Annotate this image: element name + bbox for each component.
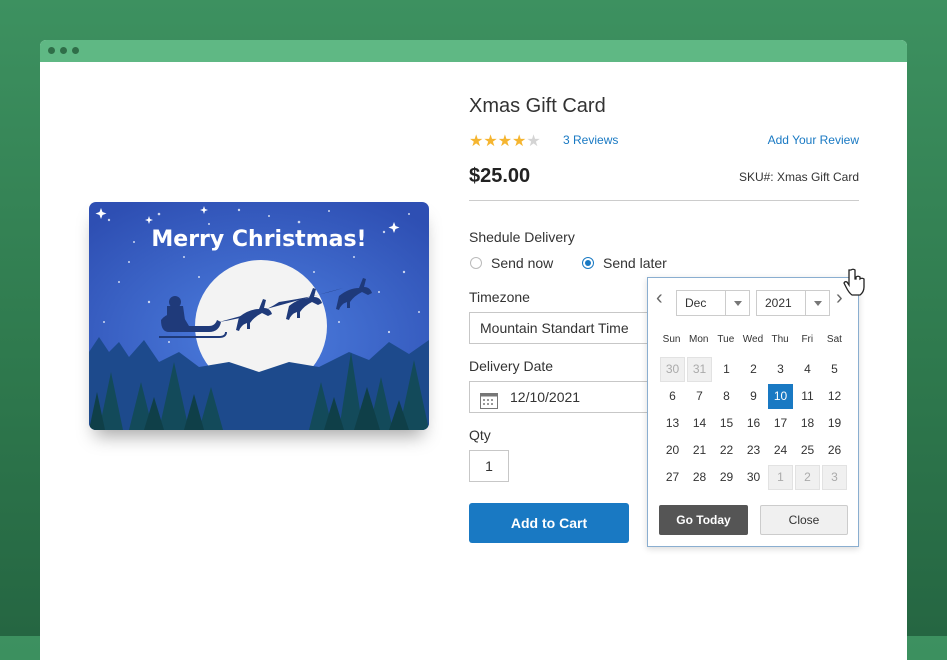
calendar-days: 30 31 1 2 3 4 5 6 7 8 9 10 11 12 13 14 15 16 17 18 19 20 21 22 2… bbox=[659, 356, 848, 491]
calendar-day[interactable]: 23 bbox=[741, 438, 766, 463]
delivery-date-label: Delivery Date bbox=[469, 358, 554, 374]
weekday-label: Sun bbox=[662, 334, 681, 345]
calendar-day[interactable]: 26 bbox=[822, 438, 847, 463]
calendar-day-selected[interactable]: 10 bbox=[768, 384, 793, 409]
calendar-day[interactable]: 25 bbox=[795, 438, 820, 463]
divider bbox=[469, 200, 859, 201]
month-select[interactable]: Dec bbox=[676, 290, 750, 316]
qty-label: Qty bbox=[469, 427, 491, 443]
schedule-delivery-label: Shedule Delivery bbox=[469, 229, 575, 245]
weekday-label: Sat bbox=[826, 334, 842, 345]
product-price: $25.00 bbox=[469, 165, 531, 187]
add-to-cart-button[interactable]: Add to Cart bbox=[469, 503, 629, 543]
send-now-label[interactable]: Send now bbox=[491, 255, 553, 271]
calendar-day[interactable]: 3 bbox=[768, 357, 793, 382]
calendar-day[interactable]: 5 bbox=[822, 357, 847, 382]
go-today-button[interactable]: Go Today bbox=[659, 505, 748, 535]
product-sku: SKU#: Xmas Gift Card bbox=[738, 170, 859, 184]
calendar-day[interactable]: 6 bbox=[660, 384, 685, 409]
calendar-day[interactable]: 11 bbox=[795, 384, 820, 409]
month-value: Dec bbox=[685, 296, 707, 310]
weekday-header: Sun Mon Tue Wed Thu Fri Sat bbox=[658, 334, 848, 345]
calendar-day[interactable]: 27 bbox=[660, 465, 685, 490]
timezone-value: Mountain Standart Time bbox=[480, 320, 629, 336]
calendar-day-outside[interactable]: 30 bbox=[660, 357, 685, 382]
timezone-select[interactable]: Mountain Standart Time bbox=[469, 312, 669, 344]
next-month-icon[interactable]: › bbox=[836, 288, 843, 308]
window-dot-icon bbox=[48, 47, 55, 54]
calendar-day[interactable]: 24 bbox=[768, 438, 793, 463]
star-icon: ★ bbox=[512, 133, 527, 150]
calendar-day[interactable]: 22 bbox=[714, 438, 739, 463]
delivery-date-value: 12/10/2021 bbox=[510, 389, 581, 405]
window-dot-icon bbox=[60, 47, 67, 54]
calendar-day[interactable]: 12 bbox=[822, 384, 847, 409]
rating-stars: ★★★★★ bbox=[469, 131, 541, 151]
star-icon: ★ bbox=[497, 133, 513, 150]
window-titlebar bbox=[40, 40, 907, 62]
gift-card-image: Merry Christmas! bbox=[89, 202, 429, 430]
weekday-label: Fri bbox=[801, 334, 814, 345]
close-button[interactable]: Close bbox=[760, 505, 848, 535]
weekday-label: Wed bbox=[742, 334, 764, 345]
reviews-link[interactable]: 3 Reviews bbox=[563, 133, 618, 147]
calendar-day[interactable]: 16 bbox=[741, 411, 766, 436]
calendar-day[interactable]: 17 bbox=[768, 411, 793, 436]
calendar-day[interactable]: 13 bbox=[660, 411, 685, 436]
add-review-link[interactable]: Add Your Review bbox=[768, 133, 859, 147]
product-title: Xmas Gift Card bbox=[469, 95, 606, 117]
chevron-down-icon bbox=[725, 291, 749, 315]
calendar-day[interactable]: 18 bbox=[795, 411, 820, 436]
prev-month-icon[interactable]: ‹ bbox=[656, 288, 663, 308]
browser-window: Merry Christmas! Xmas Gift Card ★★★★★ 3 … bbox=[40, 40, 907, 660]
send-later-label[interactable]: Send later bbox=[603, 255, 667, 271]
star-empty-icon: ★ bbox=[526, 133, 541, 150]
calendar-day-outside[interactable]: 3 bbox=[822, 465, 847, 490]
qty-input[interactable]: 1 bbox=[469, 450, 509, 482]
radio-send-later[interactable] bbox=[582, 257, 594, 269]
chevron-down-icon bbox=[805, 291, 829, 315]
year-value: 2021 bbox=[765, 296, 792, 310]
calendar-day[interactable]: 8 bbox=[714, 384, 739, 409]
hand-cursor-icon bbox=[843, 268, 867, 301]
card-greeting-text: Merry Christmas! bbox=[151, 227, 366, 252]
calendar-day[interactable]: 19 bbox=[822, 411, 847, 436]
calendar-day[interactable]: 21 bbox=[687, 438, 712, 463]
calendar-day[interactable]: 30 bbox=[741, 465, 766, 490]
date-picker-popup: ‹ Dec 2021 › Sun Mon Tue Wed Thu Fri Sat 30 31 1… bbox=[647, 277, 859, 547]
star-icon: ★ bbox=[469, 133, 484, 150]
calendar-day[interactable]: 20 bbox=[660, 438, 685, 463]
weekday-label: Tue bbox=[717, 334, 735, 345]
calendar-day[interactable]: 14 bbox=[687, 411, 712, 436]
calendar-day[interactable]: 2 bbox=[741, 357, 766, 382]
window-dot-icon bbox=[72, 47, 79, 54]
weekday-label: Mon bbox=[688, 334, 709, 345]
calendar-day[interactable]: 9 bbox=[741, 384, 766, 409]
calendar-day[interactable]: 7 bbox=[687, 384, 712, 409]
weekday-label: Thu bbox=[771, 334, 789, 345]
calendar-day-outside[interactable]: 31 bbox=[687, 357, 712, 382]
calendar-day[interactable]: 4 bbox=[795, 357, 820, 382]
calendar-day[interactable]: 28 bbox=[687, 465, 712, 490]
star-icon: ★ bbox=[483, 133, 498, 150]
delivery-date-input[interactable]: 12/10/2021 bbox=[469, 381, 669, 413]
radio-send-now[interactable] bbox=[470, 257, 482, 269]
calendar-day-outside[interactable]: 1 bbox=[768, 465, 793, 490]
calendar-day[interactable]: 15 bbox=[714, 411, 739, 436]
timezone-label: Timezone bbox=[469, 289, 530, 305]
year-select[interactable]: 2021 bbox=[756, 290, 830, 316]
calendar-day[interactable]: 29 bbox=[714, 465, 739, 490]
calendar-icon[interactable] bbox=[480, 389, 498, 419]
calendar-day[interactable]: 1 bbox=[714, 357, 739, 382]
calendar-day-outside[interactable]: 2 bbox=[795, 465, 820, 490]
